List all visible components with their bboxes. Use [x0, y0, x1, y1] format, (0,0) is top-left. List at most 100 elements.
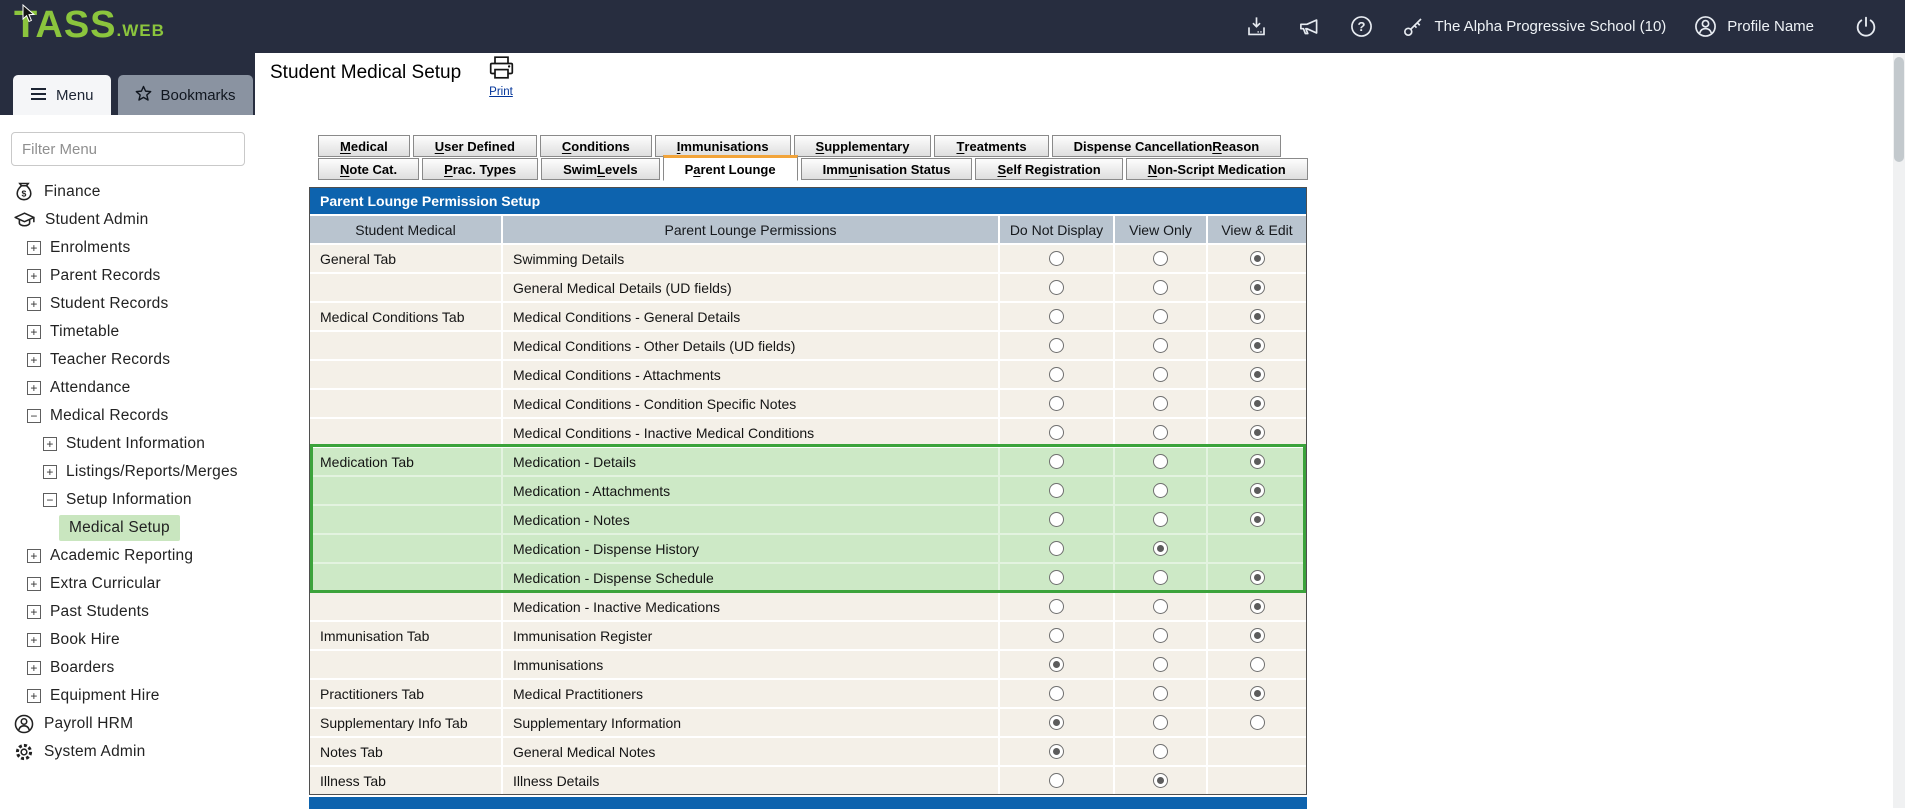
radio-view-only[interactable] [1153, 715, 1168, 730]
radio-view-edit-selected[interactable] [1250, 599, 1265, 614]
radio-view-edit-selected[interactable] [1250, 512, 1265, 527]
radio-do-not-display[interactable] [1049, 686, 1064, 701]
radio-do-not-display-selected[interactable] [1049, 744, 1064, 759]
plus-box-icon[interactable]: + [27, 381, 41, 395]
radio-do-not-display[interactable] [1049, 396, 1064, 411]
sidebar-item-student-admin[interactable]: Student Admin [0, 206, 255, 234]
radio-view-only[interactable] [1153, 309, 1168, 324]
radio-view-only[interactable] [1153, 367, 1168, 382]
radio-view-edit-selected[interactable] [1250, 628, 1265, 643]
sidebar-item-past-students[interactable]: +Past Students [0, 598, 255, 626]
plus-box-icon[interactable]: + [27, 241, 41, 255]
radio-view-only-selected[interactable] [1153, 773, 1168, 788]
tass-web-logo[interactable]: TASS .WEB [14, 6, 165, 44]
vertical-scrollbar-thumb[interactable] [1894, 57, 1904, 162]
sidebar-item-payroll-hrm[interactable]: Payroll HRM [0, 710, 255, 738]
radio-view-only[interactable] [1153, 425, 1168, 440]
sidebar-item-medical-records[interactable]: −Medical Records [0, 402, 255, 430]
tab-swim-levels[interactable]: Swim Levels [541, 158, 659, 180]
sidebar-item-book-hire[interactable]: +Book Hire [0, 626, 255, 654]
tab-supplementary[interactable]: Supplementary [794, 135, 932, 157]
radio-do-not-display[interactable] [1049, 773, 1064, 788]
sidebar-item-extra-curricular[interactable]: +Extra Curricular [0, 570, 255, 598]
radio-view-only[interactable] [1153, 744, 1168, 759]
radio-view-only[interactable] [1153, 657, 1168, 672]
radio-do-not-display[interactable] [1049, 628, 1064, 643]
tab-medical[interactable]: Medical [318, 135, 410, 157]
plus-box-icon[interactable]: + [27, 549, 41, 563]
plus-box-icon[interactable]: + [43, 437, 57, 451]
radio-view-edit-selected[interactable] [1250, 396, 1265, 411]
announcements-button[interactable] [1296, 14, 1322, 39]
sidebar-item-setup-information[interactable]: −Setup Information [0, 486, 255, 514]
radio-do-not-display-selected[interactable] [1049, 657, 1064, 672]
radio-view-edit-selected[interactable] [1250, 686, 1265, 701]
radio-do-not-display[interactable] [1049, 425, 1064, 440]
school-selector[interactable]: The Alpha Progressive School (10) [1401, 14, 1667, 39]
radio-do-not-display[interactable] [1049, 338, 1064, 353]
print-button[interactable]: Print [478, 54, 524, 98]
sidebar-item-listings-reports-merges[interactable]: +Listings/Reports/Merges [0, 458, 255, 486]
tab-parent-lounge[interactable]: Parent Lounge [663, 155, 798, 181]
download-button[interactable] [1244, 14, 1269, 39]
radio-view-edit-selected[interactable] [1250, 251, 1265, 266]
minus-box-icon[interactable]: − [43, 493, 57, 507]
radio-view-edit-selected[interactable] [1250, 570, 1265, 585]
plus-box-icon[interactable]: + [27, 577, 41, 591]
plus-box-icon[interactable]: + [27, 633, 41, 647]
sidebar-item-enrolments[interactable]: +Enrolments [0, 234, 255, 262]
tab-self-registration[interactable]: Self Registration [975, 158, 1122, 180]
radio-do-not-display[interactable] [1049, 483, 1064, 498]
filter-menu-input[interactable] [11, 132, 245, 166]
radio-do-not-display[interactable] [1049, 251, 1064, 266]
radio-view-only[interactable] [1153, 570, 1168, 585]
radio-do-not-display[interactable] [1049, 454, 1064, 469]
sidebar-item-finance[interactable]: $Finance [0, 178, 255, 206]
radio-view-edit-selected[interactable] [1250, 483, 1265, 498]
plus-box-icon[interactable]: + [27, 353, 41, 367]
tab-treatments[interactable]: Treatments [934, 135, 1048, 157]
tab-conditions[interactable]: Conditions [540, 135, 652, 157]
plus-box-icon[interactable]: + [27, 605, 41, 619]
radio-view-only-selected[interactable] [1153, 541, 1168, 556]
tab-bookmarks[interactable]: Bookmarks [118, 75, 253, 115]
radio-view-edit-selected[interactable] [1250, 367, 1265, 382]
plus-box-icon[interactable]: + [27, 689, 41, 703]
radio-do-not-display[interactable] [1049, 280, 1064, 295]
minus-box-icon[interactable]: − [27, 409, 41, 423]
radio-view-only[interactable] [1153, 280, 1168, 295]
sidebar-item-student-information[interactable]: +Student Information [0, 430, 255, 458]
radio-do-not-display[interactable] [1049, 541, 1064, 556]
logout-button[interactable] [1853, 14, 1879, 40]
tab-dispense-cancellation-reason[interactable]: Dispense Cancellation Reason [1052, 135, 1282, 157]
sidebar-item-medical-setup[interactable]: Medical Setup [0, 514, 255, 542]
radio-view-only[interactable] [1153, 483, 1168, 498]
radio-view-edit-selected[interactable] [1250, 425, 1265, 440]
radio-view-edit[interactable] [1250, 657, 1265, 672]
tab-prac-types[interactable]: Prac. Types [422, 158, 538, 180]
tab-immunisation-status[interactable]: Immunisation Status [801, 158, 973, 180]
tab-immunisations[interactable]: Immunisations [655, 135, 791, 157]
sidebar-item-teacher-records[interactable]: +Teacher Records [0, 346, 255, 374]
radio-view-only[interactable] [1153, 396, 1168, 411]
help-button[interactable]: ? [1349, 14, 1374, 39]
plus-box-icon[interactable]: + [43, 465, 57, 479]
radio-view-only[interactable] [1153, 454, 1168, 469]
radio-view-only[interactable] [1153, 338, 1168, 353]
radio-view-edit-selected[interactable] [1250, 338, 1265, 353]
radio-do-not-display[interactable] [1049, 599, 1064, 614]
tab-menu[interactable]: Menu [13, 75, 111, 115]
tab-non-script-medication[interactable]: Non-Script Medication [1126, 158, 1308, 180]
radio-view-edit-selected[interactable] [1250, 454, 1265, 469]
sidebar-item-equipment-hire[interactable]: +Equipment Hire [0, 682, 255, 710]
radio-view-only[interactable] [1153, 628, 1168, 643]
sidebar-item-student-records[interactable]: +Student Records [0, 290, 255, 318]
sidebar-item-timetable[interactable]: +Timetable [0, 318, 255, 346]
radio-view-only[interactable] [1153, 251, 1168, 266]
vertical-scrollbar-track[interactable] [1893, 53, 1905, 808]
tab-user-defined[interactable]: User Defined [413, 135, 537, 157]
plus-box-icon[interactable]: + [27, 325, 41, 339]
radio-do-not-display[interactable] [1049, 512, 1064, 527]
plus-box-icon[interactable]: + [27, 269, 41, 283]
profile-menu[interactable]: Profile Name [1693, 14, 1814, 39]
